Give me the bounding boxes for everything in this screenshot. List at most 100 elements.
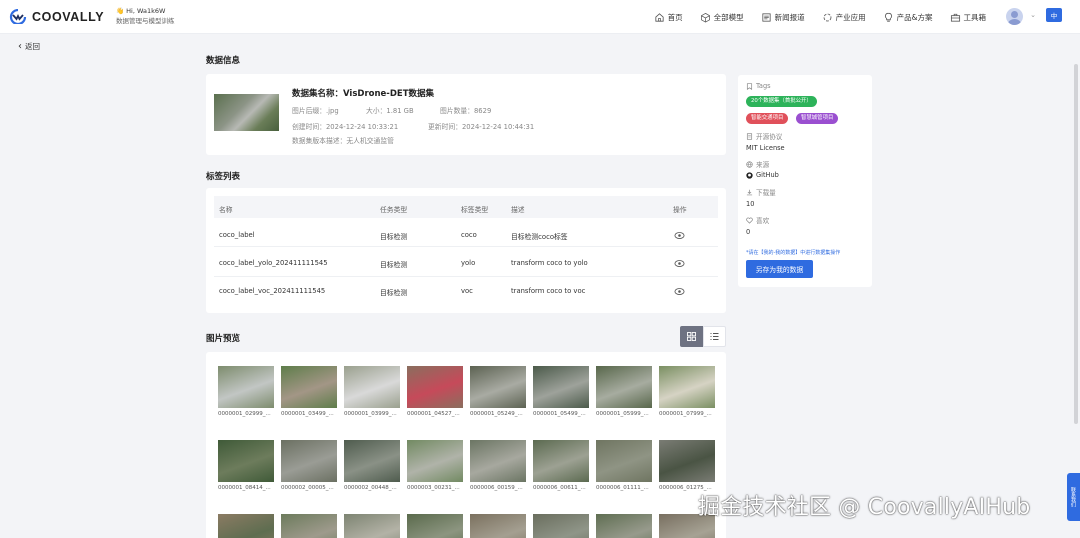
wave-icon: 👋	[116, 7, 125, 15]
bookmark-icon	[746, 82, 753, 90]
watermark-text: 掘金技术社区 @ CoovallyAIHub	[698, 495, 1031, 520]
image-thumbnail[interactable]	[407, 514, 463, 538]
image-preview	[596, 366, 652, 408]
list-icon	[710, 333, 719, 340]
tags-label: Tags	[746, 82, 771, 90]
image-thumbnail[interactable]: 0000001_05249_...	[470, 366, 526, 417]
document-icon	[746, 132, 753, 140]
view-eye-icon[interactable]	[674, 258, 685, 269]
image-thumbnail[interactable]	[281, 514, 337, 538]
save-as-my-data-button[interactable]: 另存为我的数据	[746, 260, 813, 278]
row2-task: 目标检测	[380, 261, 408, 269]
license-value: MIT License	[746, 144, 785, 152]
nav-products[interactable]: 产品&方案	[883, 12, 933, 23]
list-view-button[interactable]	[703, 326, 726, 347]
bulb-icon	[884, 12, 892, 22]
image-preview	[659, 366, 715, 408]
row2-name: coco_label_yolo_202411111545	[219, 259, 328, 267]
globe-icon	[746, 160, 753, 168]
row2-desc: transform coco to yolo	[511, 259, 588, 267]
labels-section-title: 标签列表	[206, 172, 241, 182]
view-eye-icon[interactable]	[674, 230, 685, 241]
nav-industry[interactable]: 产业应用	[822, 12, 866, 23]
image-thumbnail[interactable]	[470, 514, 526, 538]
brand-name: COOVALLY	[32, 9, 105, 24]
dataset-name: 数据集名称：VisDrone-DET数据集	[292, 89, 434, 99]
row2-type: yolo	[461, 259, 476, 267]
download-icon	[746, 189, 753, 195]
row1-task: 目标检测	[380, 233, 408, 241]
back-link[interactable]: ‹ 返回	[18, 41, 40, 52]
image-thumbnail[interactable]	[596, 514, 652, 538]
tag-traffic[interactable]: 智能交通项目	[746, 113, 789, 124]
image-thumbnail[interactable]: 0000001_08414_...	[218, 440, 274, 491]
image-thumbnail[interactable]: 0000001_05999_...	[596, 366, 652, 417]
image-preview	[596, 514, 652, 538]
image-preview	[533, 514, 589, 538]
nav-news[interactable]: 新闻报道	[761, 12, 805, 23]
image-preview	[344, 440, 400, 482]
scrollbar-thumb[interactable]	[1074, 64, 1078, 424]
avatar[interactable]	[1006, 8, 1023, 25]
greeting: 👋 Hi, Wa1k6W 数据管理与模型训练	[116, 6, 175, 26]
dataset-info-card: 数据集名称：VisDrone-DET数据集 图片后缀：.jpg 大小：1.81 …	[206, 74, 726, 155]
row3-name: coco_label_voc_202411111545	[219, 287, 326, 295]
col-action: 操作	[673, 206, 687, 214]
industry-icon	[823, 13, 832, 21]
image-thumbnail[interactable]: 0000003_00231_...	[407, 440, 463, 491]
image-thumbnail[interactable]: 0000002_00448_...	[344, 440, 400, 491]
tag-public[interactable]: 20个数据集（首批公开）	[746, 96, 817, 107]
image-thumbnail[interactable]: 0000006_01111_...	[596, 440, 652, 491]
tag-city[interactable]: 智慧城管项目	[796, 113, 839, 124]
image-thumbnail[interactable]: 0000001_02999_...	[218, 366, 274, 417]
image-filename: 0000001_05249_...	[470, 411, 523, 417]
logo[interactable]: COOVALLY	[8, 8, 104, 25]
nav-home[interactable]: 首页	[654, 12, 683, 23]
image-preview	[470, 366, 526, 408]
col-desc: 描述	[511, 206, 525, 214]
image-thumbnail[interactable]	[533, 514, 589, 538]
meta-format: 图片后缀：.jpg	[292, 107, 339, 115]
image-thumbnail[interactable]: 0000001_07999_...	[659, 366, 715, 417]
meta-created: 创建时间：2024-12-24 10:33:21	[292, 123, 399, 131]
row3-task: 目标检测	[380, 289, 408, 297]
image-preview	[407, 366, 463, 408]
image-thumbnail[interactable]	[344, 514, 400, 538]
image-filename: 0000006_00611_...	[533, 485, 586, 491]
image-preview	[407, 440, 463, 482]
image-filename: 0000006_01111_...	[596, 485, 649, 491]
toolbox-icon	[950, 13, 960, 22]
image-thumbnail[interactable]: 0000006_01275_...	[659, 440, 715, 491]
image-thumbnail[interactable]: 0000002_00005_...	[281, 440, 337, 491]
preview-section-title: 图片预览	[206, 334, 241, 344]
dataset-cover-image	[214, 94, 279, 131]
image-thumbnail[interactable]: 0000001_03499_...	[281, 366, 337, 417]
meta-updated: 更新时间：2024-12-24 10:44:31	[428, 123, 535, 131]
chevron-down-icon[interactable]: ⌄	[1030, 11, 1036, 19]
source-label: 来源	[746, 159, 769, 169]
view-eye-icon[interactable]	[674, 286, 685, 297]
image-thumbnail[interactable]: 0000006_00611_...	[533, 440, 589, 491]
image-thumbnail[interactable]: 0000001_04527_...	[407, 366, 463, 417]
nav-all-models[interactable]: 全部模型	[700, 12, 744, 23]
col-type: 标签类型	[461, 206, 489, 214]
image-preview	[470, 440, 526, 482]
image-thumbnail[interactable]: 0000006_00159_...	[470, 440, 526, 491]
page-scrollbar[interactable]	[1073, 34, 1079, 538]
contact-float-button[interactable]: 联系我们	[1067, 473, 1080, 521]
image-thumbnail[interactable]: 0000001_05499_...	[533, 366, 589, 417]
nav-toolbox[interactable]: 工具箱	[950, 12, 986, 23]
language-switch[interactable]: 中	[1046, 8, 1062, 22]
image-preview	[344, 514, 400, 538]
image-thumbnail[interactable]: 0000001_03999_...	[344, 366, 400, 417]
image-filename: 0000001_04527_...	[407, 411, 460, 417]
heart-icon	[746, 217, 753, 224]
grid-view-button[interactable]	[680, 326, 703, 347]
greeting-line1: Hi, Wa1k6W	[126, 7, 166, 15]
github-icon	[746, 171, 753, 179]
image-thumbnail[interactable]	[218, 514, 274, 538]
image-preview	[659, 440, 715, 482]
source-link[interactable]: GitHub	[746, 171, 779, 179]
image-grid: 0000001_02999_... 0000001_03499_... 000000…	[206, 352, 726, 538]
downloads-label: 下载量	[746, 187, 776, 197]
